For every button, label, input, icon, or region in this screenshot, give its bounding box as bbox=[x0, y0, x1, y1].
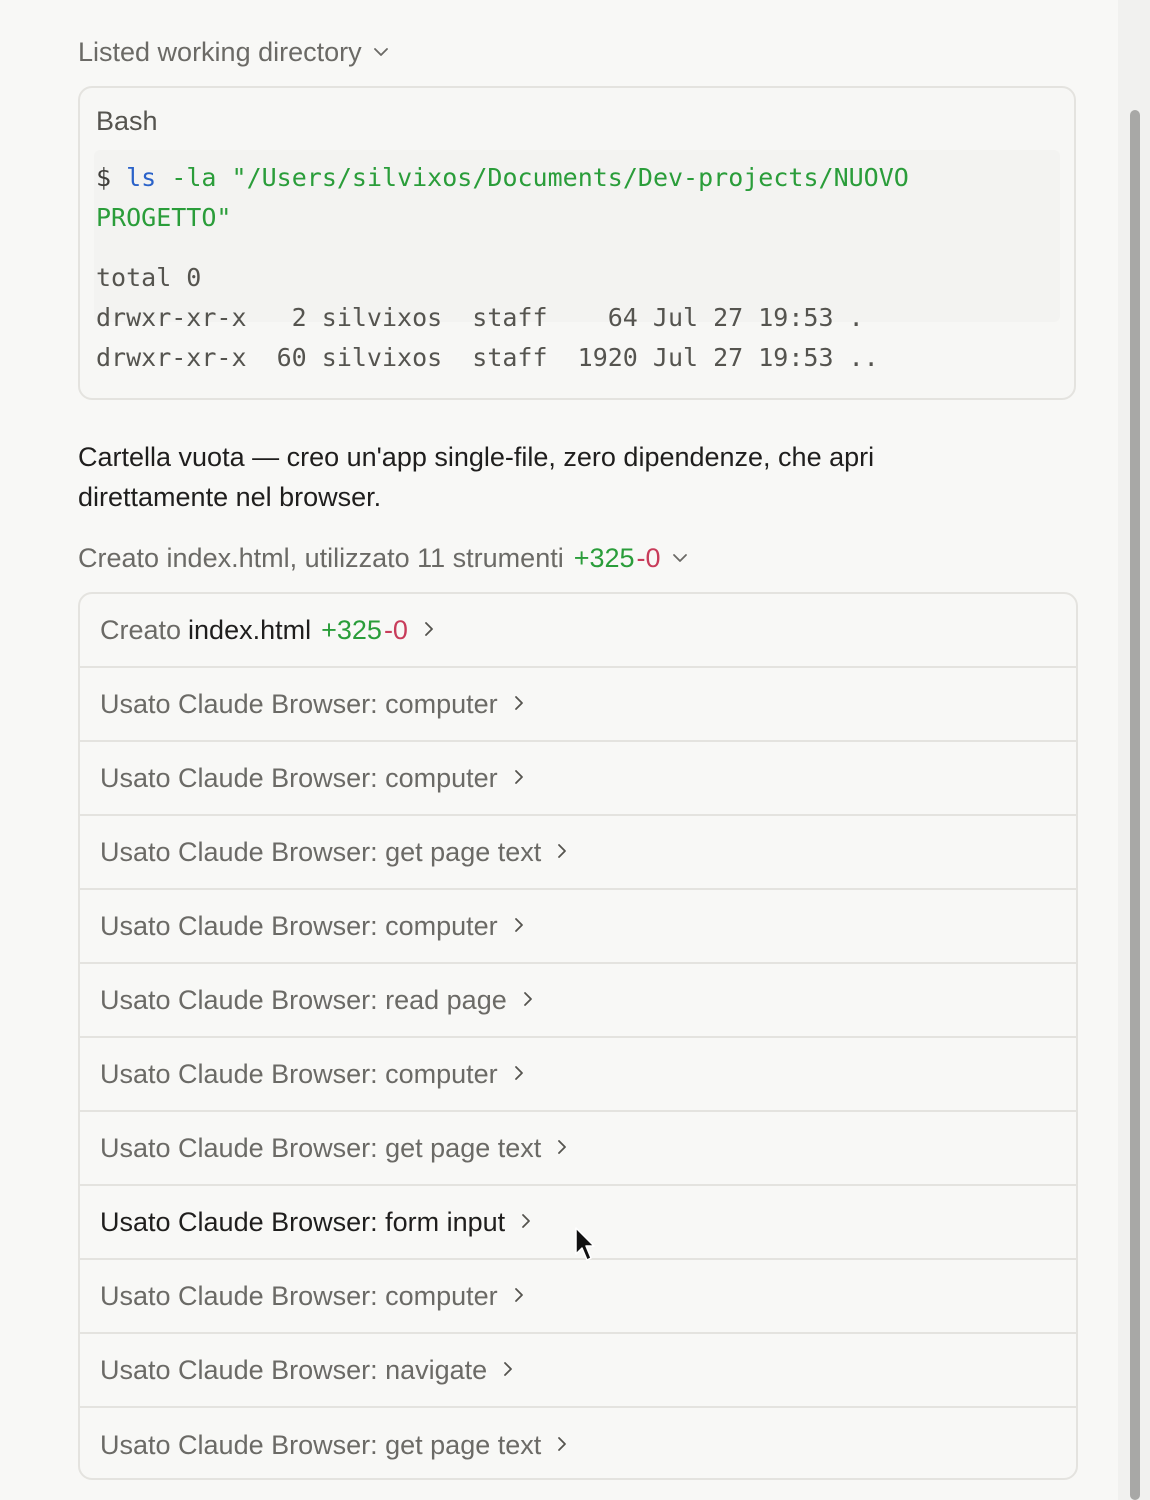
step-label: Listed working directory bbox=[78, 36, 362, 67]
tool-call-label: Usato Claude Browser: computer bbox=[100, 910, 498, 941]
scrollbar-track[interactable] bbox=[1118, 0, 1150, 1500]
tool-call-row[interactable]: Usato Claude Browser: computer bbox=[80, 1260, 1076, 1334]
tool-call-row[interactable]: Usato Claude Browser: get page text bbox=[80, 1408, 1076, 1478]
tool-call-label: Usato Claude Browser: navigate bbox=[100, 1354, 488, 1385]
tool-call-label: Usato Claude Browser: get page text bbox=[100, 1429, 542, 1460]
lines-removed: -0 bbox=[636, 542, 661, 573]
chevron-right-icon bbox=[519, 1207, 533, 1238]
tool-call-label: Usato Claude Browser: get page text bbox=[100, 1132, 542, 1163]
command-name: ls bbox=[126, 163, 157, 192]
file-name: index.html bbox=[188, 614, 312, 645]
command-flag: -la bbox=[171, 163, 217, 192]
lines-removed: -0 bbox=[383, 614, 408, 645]
chevron-right-icon bbox=[521, 985, 535, 1016]
listed-directory-toggle[interactable]: Listed working directory bbox=[78, 34, 390, 70]
tool-call-row[interactable]: Usato Claude Browser: computer bbox=[80, 890, 1076, 964]
lines-added: +325 bbox=[321, 614, 382, 645]
chevron-right-icon bbox=[555, 837, 569, 868]
chevron-right-icon bbox=[512, 1059, 526, 1090]
tool-call-list: Creato index.html +325 -0 Usato Claude B… bbox=[78, 592, 1078, 1480]
command-line: $ ls -la "/Users/silvixos/Documents/Dev-… bbox=[96, 158, 1056, 238]
tool-call-label: Usato Claude Browser: get page text bbox=[100, 836, 542, 867]
tool-call-row[interactable]: Usato Claude Browser: get page text bbox=[80, 816, 1076, 890]
created-file-summary-toggle[interactable]: Creato index.html, utilizzato 11 strumen… bbox=[78, 538, 689, 578]
tool-call-label: Usato Claude Browser: computer bbox=[100, 1058, 498, 1089]
tool-call-label: Usato Claude Browser: form input bbox=[100, 1206, 506, 1237]
output-line: drwxr-xr-x 2 silvixos staff 64 Jul 27 19… bbox=[96, 303, 864, 332]
command-prompt: $ bbox=[96, 163, 112, 192]
output-line: drwxr-xr-x 60 silvixos staff 1920 Jul 27… bbox=[96, 343, 879, 372]
tool-call-row[interactable]: Usato Claude Browser: read page bbox=[80, 964, 1076, 1038]
command-path: "/Users/silvixos/Documents/Dev-projects/… bbox=[96, 163, 924, 232]
chevron-right-icon bbox=[555, 1133, 569, 1164]
tool-call-label: Usato Claude Browser: read page bbox=[100, 984, 507, 1015]
command-output: total 0 drwxr-xr-x 2 silvixos staff 64 Ju… bbox=[96, 258, 879, 378]
tool-call-row[interactable]: Usato Claude Browser: computer bbox=[80, 742, 1076, 816]
tool-call-row[interactable]: Usato Claude Browser: navigate bbox=[80, 1334, 1076, 1408]
chevron-right-icon bbox=[512, 763, 526, 794]
chevron-down-icon bbox=[671, 543, 689, 574]
tool-call-row[interactable]: Usato Claude Browser: get page text bbox=[80, 1112, 1076, 1186]
scrollbar-thumb[interactable] bbox=[1130, 110, 1140, 1500]
chevron-right-icon bbox=[555, 1430, 569, 1461]
tool-call-label: Usato Claude Browser: computer bbox=[100, 1280, 498, 1311]
tool-call-label: Usato Claude Browser: computer bbox=[100, 688, 498, 719]
bash-title: Bash bbox=[96, 106, 158, 136]
chevron-right-icon bbox=[512, 911, 526, 942]
chevron-down-icon bbox=[372, 37, 390, 68]
lines-added: +325 bbox=[573, 542, 635, 573]
chevron-right-icon bbox=[512, 689, 526, 720]
created-file-row[interactable]: Creato index.html +325 -0 bbox=[80, 594, 1076, 668]
tool-call-row[interactable]: Usato Claude Browser: computer bbox=[80, 1038, 1076, 1112]
tool-call-label: Usato Claude Browser: computer bbox=[100, 762, 498, 793]
assistant-message: Cartella vuota — creo un'app single-file… bbox=[78, 442, 875, 512]
created-prefix: Creato bbox=[100, 614, 182, 645]
mouse-cursor-icon bbox=[575, 1227, 595, 1261]
bash-tool-card: Bash $ ls -la "/Users/silvixos/Documents… bbox=[78, 86, 1076, 400]
chevron-right-icon bbox=[512, 1281, 526, 1312]
chevron-right-icon bbox=[501, 1355, 515, 1386]
chevron-right-icon bbox=[422, 615, 436, 646]
tool-call-row[interactable]: Usato Claude Browser: computer bbox=[80, 668, 1076, 742]
output-line: total 0 bbox=[96, 263, 202, 292]
summary-label: Creato index.html, utilizzato 11 strumen… bbox=[78, 542, 564, 573]
